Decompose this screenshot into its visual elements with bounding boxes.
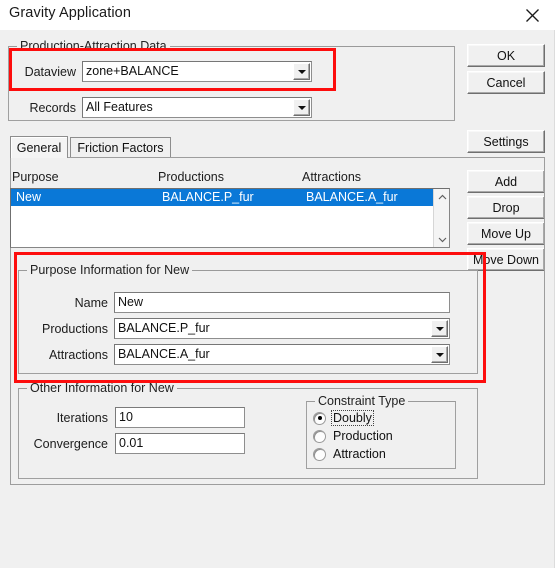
gravity-application-window: Gravity Application Production-Attractio… (0, 0, 555, 568)
radio-production[interactable]: Production (313, 429, 394, 443)
dataview-combobox[interactable]: zone+BALANCE (82, 61, 312, 82)
name-label: Name (74, 296, 108, 310)
productions-value: BALANCE.P_fur (118, 321, 210, 335)
constraint-type-legend: Constraint Type (315, 394, 409, 408)
name-input[interactable]: New (114, 292, 450, 313)
convergence-label: Convergence (33, 437, 108, 451)
tab-friction-factors[interactable]: Friction Factors (70, 137, 171, 158)
radio-attraction-label: Attraction (333, 447, 386, 461)
chevron-up-icon[interactable] (434, 189, 449, 205)
close-icon[interactable] (509, 0, 555, 30)
records-chevron-down-icon[interactable] (293, 99, 310, 116)
table-row[interactable]: New BALANCE.P_fur BALANCE.A_fur (11, 189, 449, 206)
dataview-chevron-down-icon[interactable] (293, 63, 310, 80)
records-label: Records (29, 101, 76, 115)
title-bar: Gravity Application (0, 0, 555, 30)
ok-button[interactable]: OK (467, 44, 545, 67)
settings-button[interactable]: Settings (467, 130, 545, 153)
productions-combobox[interactable]: BALANCE.P_fur (114, 318, 450, 339)
productions-chevron-down-icon[interactable] (431, 320, 448, 337)
column-header-attractions: Attractions (302, 170, 362, 184)
radio-production-label: Production (333, 429, 393, 443)
column-header-purpose: Purpose (12, 170, 59, 184)
records-value: All Features (86, 100, 153, 114)
purpose-list-scrollbar[interactable] (433, 189, 449, 247)
radio-doubly-label: Doubly (331, 410, 374, 426)
attractions-value: BALANCE.A_fur (118, 347, 210, 361)
purpose-list[interactable]: New BALANCE.P_fur BALANCE.A_fur (10, 188, 450, 248)
radio-doubly-indicator[interactable] (313, 411, 326, 425)
row-purpose: New (16, 190, 42, 204)
chevron-down-icon[interactable] (434, 231, 449, 247)
dataview-value: zone+BALANCE (86, 64, 179, 78)
attractions-label: Attractions (48, 348, 108, 362)
tab-general[interactable]: General (10, 136, 68, 158)
productions-label: Productions (41, 322, 108, 336)
iterations-input[interactable]: 10 (115, 407, 245, 428)
radio-attraction-indicator[interactable] (313, 447, 326, 461)
production-attraction-data-legend: Production-Attraction Data (17, 39, 170, 53)
cancel-button[interactable]: Cancel (467, 71, 545, 94)
purpose-information-legend: Purpose Information for New (27, 263, 193, 277)
attractions-chevron-down-icon[interactable] (431, 346, 448, 363)
radio-production-indicator[interactable] (313, 429, 326, 443)
other-information-legend: Other Information for New (27, 381, 177, 395)
column-header-productions: Productions (158, 170, 225, 184)
row-attractions: BALANCE.A_fur (306, 190, 398, 204)
dataview-label: Dataview (24, 65, 76, 79)
convergence-input[interactable]: 0.01 (115, 433, 245, 454)
radio-attraction[interactable]: Attraction (313, 447, 387, 461)
window-title: Gravity Application (9, 5, 131, 21)
row-productions: BALANCE.P_fur (162, 190, 254, 204)
radio-doubly[interactable]: Doubly (313, 410, 374, 426)
iterations-label: Iterations (56, 411, 108, 425)
records-combobox[interactable]: All Features (82, 97, 312, 118)
attractions-combobox[interactable]: BALANCE.A_fur (114, 344, 450, 365)
